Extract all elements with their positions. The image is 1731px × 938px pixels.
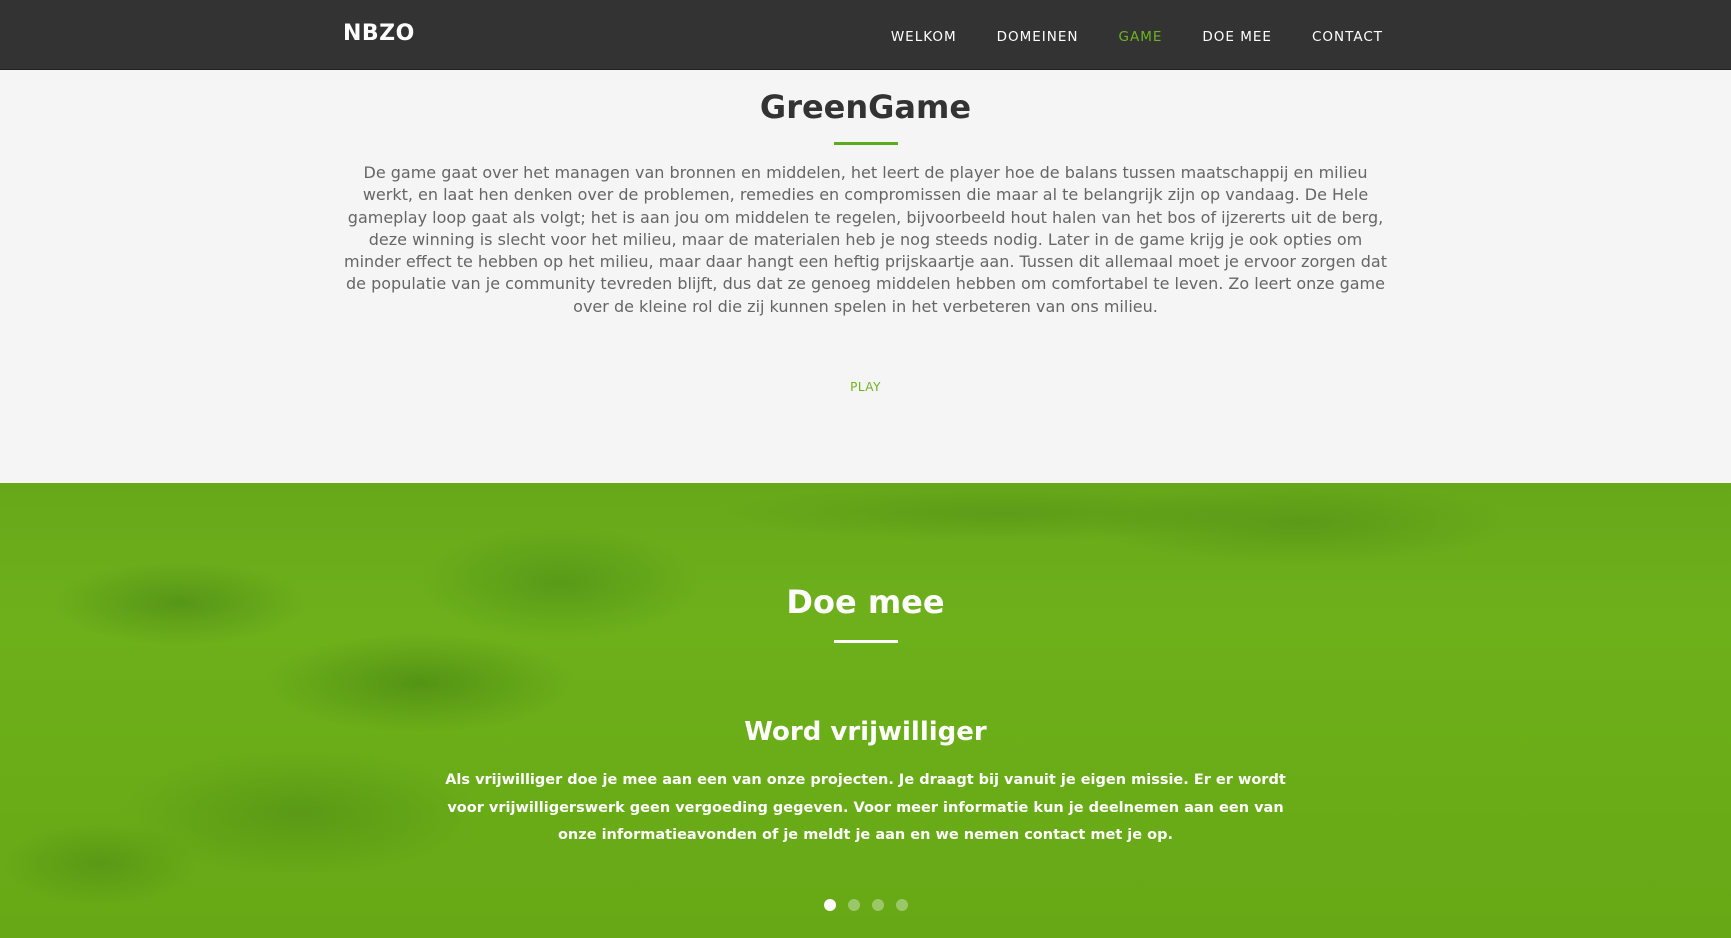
carousel-dot[interactable] bbox=[823, 899, 836, 911]
doe-mee-title-underline bbox=[834, 640, 898, 643]
nav-links: WELKOM DOMEINEN GAME DOE MEE CONTACT bbox=[891, 29, 1383, 45]
nav-link-game[interactable]: GAME bbox=[1119, 29, 1163, 45]
game-description: De game gaat over het managen van bronne… bbox=[343, 163, 1387, 316]
nav-link-doe-mee[interactable]: DOE MEE bbox=[1202, 29, 1272, 45]
nav-link-welkom[interactable]: WELKOM bbox=[891, 29, 957, 45]
doe-mee-title: Doe mee bbox=[786, 583, 945, 621]
carousel-indicators bbox=[0, 899, 1731, 911]
game-title: GreenGame bbox=[759, 88, 972, 126]
carousel-dot[interactable] bbox=[871, 899, 884, 911]
navbar: NBZO WELKOM DOMEINEN GAME DOE MEE CONTAC… bbox=[0, 0, 1731, 70]
carousel-dot[interactable] bbox=[895, 899, 908, 911]
play-link[interactable]: PLAY bbox=[0, 380, 1731, 394]
nav-link-contact[interactable]: CONTACT bbox=[1312, 29, 1383, 45]
slide-text: Als vrijwilliger doe je mee aan een van … bbox=[445, 772, 1286, 843]
doe-mee-section: Doe mee Word vrijwilliger Als vrijwillig… bbox=[0, 483, 1731, 938]
nav-link-domeinen[interactable]: DOMEINEN bbox=[997, 29, 1079, 45]
game-title-underline bbox=[834, 142, 898, 145]
game-section: GreenGame De game gaat over het managen … bbox=[0, 70, 1731, 483]
brand-logo[interactable]: NBZO bbox=[343, 21, 415, 46]
slide-title: Word vrijwilliger bbox=[744, 717, 987, 747]
carousel-dot[interactable] bbox=[847, 899, 860, 911]
